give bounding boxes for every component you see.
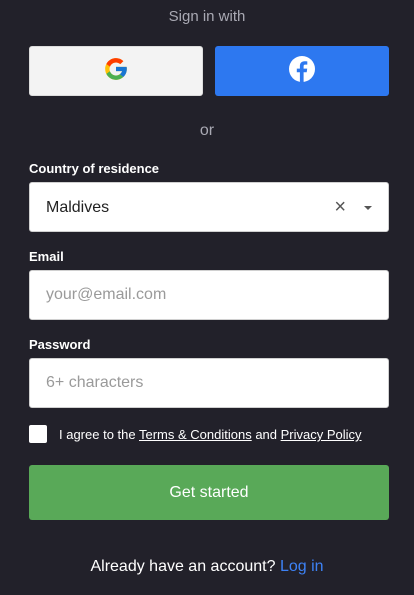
sign-in-heading: Sign in with [168,8,246,25]
login-link[interactable]: Log in [280,558,324,575]
password-label: Password [29,337,91,352]
get-started-button[interactable]: Get started [29,465,389,520]
chevron-down-icon[interactable] [364,206,372,210]
country-select[interactable]: Maldives × [29,182,389,232]
facebook-icon [289,55,315,87]
login-prompt-row: Already have an account? Log in [0,558,414,576]
agree-checkbox[interactable] [29,425,47,443]
terms-link[interactable]: Terms & Conditions [139,427,252,442]
privacy-link[interactable]: Privacy Policy [281,427,362,442]
google-icon [103,56,129,87]
agreement-conjunction: and [251,427,281,442]
email-field[interactable] [30,271,388,319]
agreement-prefix: I agree to the [59,427,139,442]
email-field-container [29,270,389,320]
or-divider: or [199,122,215,139]
clear-icon[interactable]: × [334,196,346,218]
country-value: Maldives [46,199,110,216]
email-label: Email [29,249,64,264]
google-sign-in-button[interactable] [29,46,203,96]
agreement-text: I agree to the Terms & Conditions and Pr… [59,427,362,442]
password-field-container [29,358,389,408]
facebook-sign-in-button[interactable] [215,46,389,96]
password-field[interactable] [30,359,388,407]
country-label: Country of residence [29,161,160,176]
login-prompt: Already have an account? [90,558,276,575]
